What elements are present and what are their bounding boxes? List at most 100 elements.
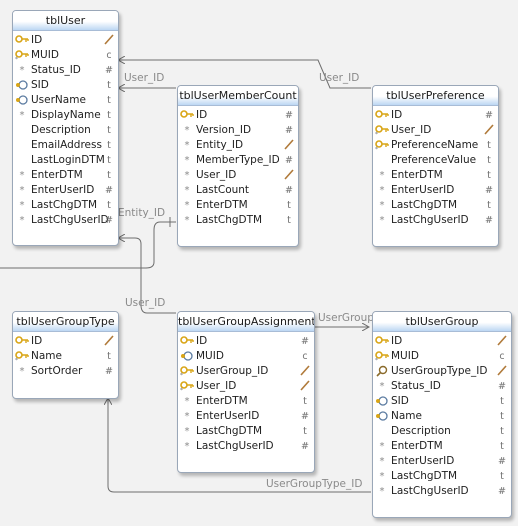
column-row[interactable]: * LastChgUserID # xyxy=(373,213,498,228)
column-type-icon: t xyxy=(487,140,491,151)
column-row[interactable]: PreferenceValue t xyxy=(373,153,498,168)
column-row[interactable]: * MUID c xyxy=(373,349,511,364)
column-row[interactable]: * MemberType_ID # xyxy=(178,153,298,168)
column-row[interactable]: * PreferenceName t xyxy=(373,138,498,153)
column-row[interactable]: * LastChgDTM t xyxy=(178,213,298,228)
column-name: Description xyxy=(31,124,91,136)
column-name: EnterDTM xyxy=(196,395,248,407)
column-row[interactable]: Description t xyxy=(13,123,118,138)
column-row[interactable]: * LastChgDTM t xyxy=(373,469,511,484)
nullable-icon: * xyxy=(184,396,190,407)
table-tblUserMemberCount[interactable]: tblUserMemberCount ID # * Version_ID # * Entit… xyxy=(177,85,299,247)
relationship-label-user-id: User_ID xyxy=(125,297,166,309)
column-row[interactable]: MUID c xyxy=(178,349,314,364)
column-row[interactable]: * User_ID xyxy=(178,168,298,183)
column-row[interactable]: SID t xyxy=(13,78,118,93)
nullable-key-icon: * xyxy=(375,139,389,152)
column-type-icon: c xyxy=(499,351,505,362)
column-type-icon: t xyxy=(107,351,111,362)
column-row[interactable]: ID # xyxy=(373,108,498,123)
column-row[interactable]: * Version_ID # xyxy=(178,123,298,138)
column-type-icon: c xyxy=(302,351,308,362)
column-row[interactable]: * LastChgUserID # xyxy=(373,484,511,499)
column-row[interactable]: * LastChgUserID # xyxy=(13,213,118,228)
column-row[interactable]: * SortOrder # xyxy=(13,364,118,379)
column-row[interactable]: * LastChgUserID # xyxy=(178,439,314,454)
column-row[interactable]: ID xyxy=(373,334,511,349)
svg-text:*: * xyxy=(375,131,378,137)
column-row[interactable]: * EnterUserID # xyxy=(178,409,314,424)
diagram-canvas[interactable]: User_ID User_ID Entity_ID User_ID UserGr… xyxy=(0,0,518,526)
column-type-icon: # xyxy=(485,215,493,226)
column-name: DisplayName xyxy=(31,109,101,121)
column-row[interactable]: EmailAddress t xyxy=(13,138,118,153)
nullable-icon: * xyxy=(19,366,25,377)
column-row[interactable]: * LastChgDTM t xyxy=(178,424,314,439)
column-type-icon: # xyxy=(285,125,293,136)
nullable-icon: * xyxy=(184,170,190,181)
table-tblUserPreference[interactable]: tblUserPreference ID # * User_ID * Preference… xyxy=(372,85,499,247)
column-row[interactable]: * EnterUserID # xyxy=(373,454,511,469)
table-tblUserGroupType[interactable]: tblUserGroupType ID * Name t * SortOrder # xyxy=(12,311,119,399)
column-name: Status_ID xyxy=(31,64,81,76)
column-row[interactable]: * EnterDTM t xyxy=(373,439,511,454)
column-type-icon: # xyxy=(105,65,113,76)
column-type-icon: t xyxy=(107,140,111,151)
column-row[interactable]: * User_ID xyxy=(178,379,314,394)
column-type-icon: t xyxy=(500,411,504,422)
column-row[interactable]: * EnterDTM t xyxy=(13,168,118,183)
column-row[interactable]: * User_ID xyxy=(373,123,498,138)
column-row[interactable]: * DisplayName t xyxy=(13,108,118,123)
nullable-icon: * xyxy=(379,456,385,467)
column-row[interactable]: Description t xyxy=(373,424,511,439)
column-row[interactable]: * Status_ID # xyxy=(373,379,511,394)
column-row[interactable]: UserGroupType_ID xyxy=(373,364,511,379)
svg-text:*: * xyxy=(180,387,183,393)
table-title: tblUserGroupAssignment xyxy=(178,312,314,332)
column-name: UserName xyxy=(31,94,86,106)
table-tblUser[interactable]: tblUser ID * MUID c * Status_ID # SID t UserName t… xyxy=(12,10,119,246)
column-type-icon: # xyxy=(485,110,493,121)
table-tblUserGroup[interactable]: tblUserGroup ID * MUID c UserGroupType_ID * St… xyxy=(372,311,512,518)
nullable-icon: * xyxy=(19,200,25,211)
column-row[interactable]: Name t xyxy=(373,409,511,424)
column-row[interactable]: * Entity_ID xyxy=(178,138,298,153)
column-row[interactable]: UserName t xyxy=(13,93,118,108)
column-row[interactable]: LastLoginDTM t xyxy=(13,153,118,168)
svg-text:*: * xyxy=(180,372,183,378)
nullable-icon: * xyxy=(184,155,190,166)
column-type-icon: t xyxy=(107,110,111,121)
column-row[interactable]: SID t xyxy=(373,394,511,409)
column-row[interactable]: ID xyxy=(13,334,118,349)
column-row[interactable]: * EnterUserID # xyxy=(13,183,118,198)
column-row[interactable]: * EnterUserID # xyxy=(373,183,498,198)
column-row[interactable]: * Name t xyxy=(13,349,118,364)
column-row[interactable]: * Status_ID # xyxy=(13,63,118,78)
column-row[interactable]: * LastChgDTM t xyxy=(13,198,118,213)
column-name: LastChgDTM xyxy=(196,214,263,226)
column-row[interactable]: * EnterDTM t xyxy=(178,394,314,409)
column-row[interactable]: * MUID c xyxy=(13,48,118,63)
column-name: EnterUserID xyxy=(196,410,260,422)
table-tblUserGroupAssignment[interactable]: tblUserGroupAssignment ID # MUID c * UserGrou… xyxy=(177,311,315,473)
column-name: SortOrder xyxy=(31,365,83,377)
column-list: ID # * User_ID * PreferenceName t PreferenceVal… xyxy=(373,106,498,228)
column-row[interactable]: * EnterDTM t xyxy=(178,198,298,213)
column-row[interactable]: ID # xyxy=(178,334,314,349)
primary-key-icon xyxy=(15,34,29,47)
column-row[interactable]: ID xyxy=(13,33,118,48)
column-row[interactable]: ID # xyxy=(178,108,298,123)
column-row[interactable]: * EnterDTM t xyxy=(373,168,498,183)
column-row[interactable]: * LastCount # xyxy=(178,183,298,198)
nullable-icon: * xyxy=(184,411,190,422)
column-type-icon: t xyxy=(500,396,504,407)
column-type-icon: c xyxy=(106,50,112,61)
relationship-label-entity-id: Entity_ID xyxy=(118,207,166,219)
nullable-icon: * xyxy=(379,381,385,392)
nullable-icon: * xyxy=(184,215,190,226)
column-name: LastChgDTM xyxy=(391,199,458,211)
column-name: ID xyxy=(31,335,43,347)
column-row[interactable]: * UserGroup_ID xyxy=(178,364,314,379)
column-row[interactable]: * LastChgDTM t xyxy=(373,198,498,213)
column-name: LastChgDTM xyxy=(391,470,458,482)
